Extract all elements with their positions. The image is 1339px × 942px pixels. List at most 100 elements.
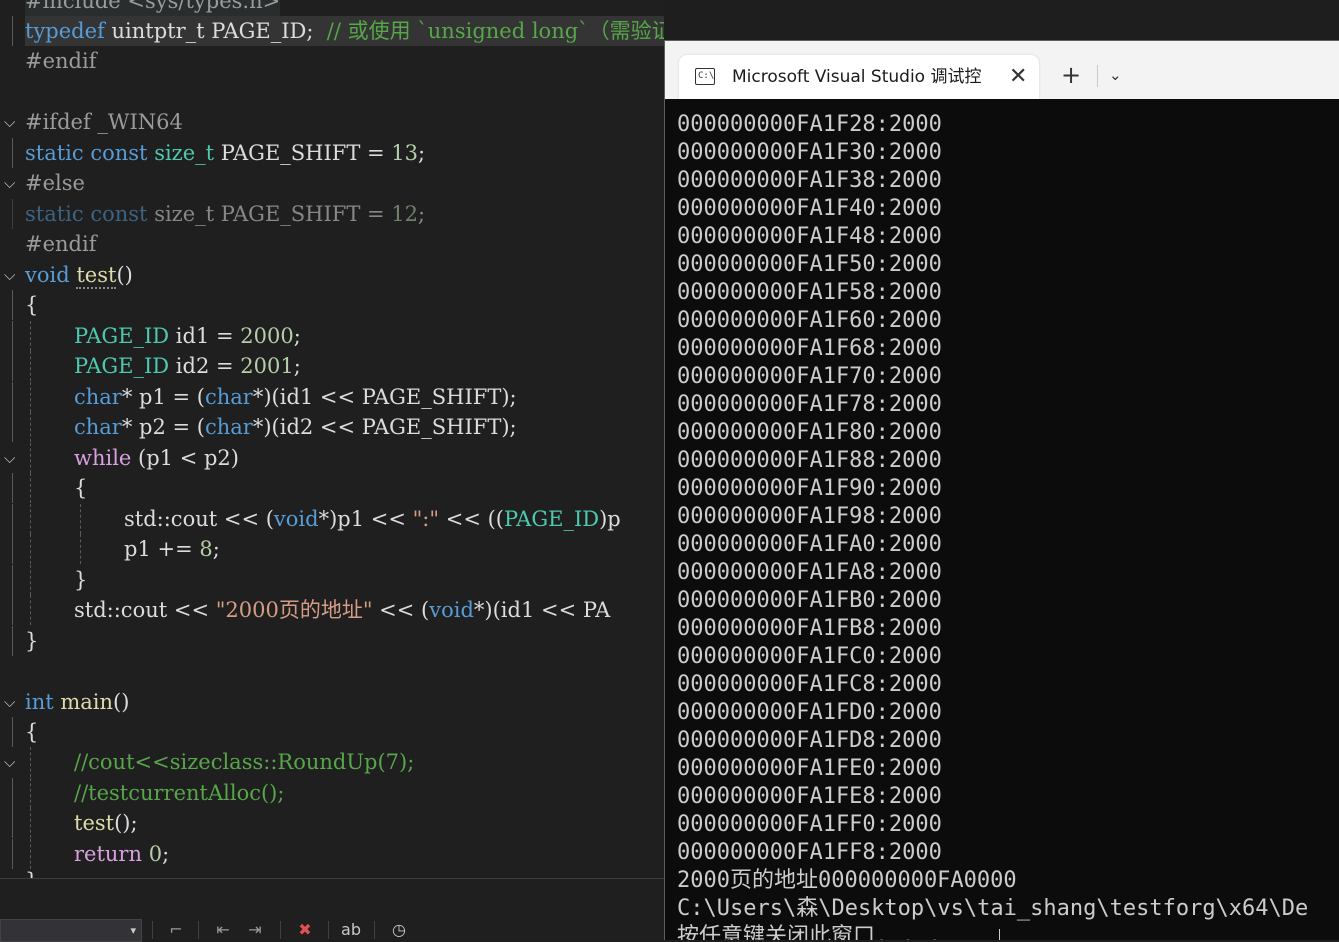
console-output[interactable]: 000000000FA1F28:2000 000000000FA1F30:2000… xyxy=(665,99,1339,940)
rename-icon[interactable]: ab xyxy=(338,919,364,940)
new-tab-button[interactable]: + xyxy=(1061,55,1081,95)
fold-chevron-icon[interactable]: ⌵ xyxy=(4,260,22,290)
keyword-char: char xyxy=(74,415,122,439)
number-2000: 2000 xyxy=(240,324,294,348)
number-12: 12 xyxy=(391,202,419,226)
console-output-line: 000000000FA1FB0:2000 xyxy=(677,588,942,613)
endif-directive: #endif xyxy=(25,49,97,73)
code-line-main-brace-open: { xyxy=(0,717,38,747)
semicolon: ; xyxy=(293,354,301,378)
indent-guide xyxy=(30,473,31,503)
console-output-line: 000000000FA1FF8:2000 xyxy=(677,840,942,865)
indent-left-icon[interactable]: ⇤ xyxy=(210,919,236,940)
console-output-line: 000000000FA1F38:2000 xyxy=(677,168,942,193)
function-test[interactable]: test xyxy=(76,263,117,289)
toolbar-separator xyxy=(374,921,375,939)
history-icon[interactable]: ◷ xyxy=(386,919,412,940)
code-line-cout-loop: std::cout << (void*)p1 << ":" << ((PAGE_… xyxy=(0,504,621,534)
code-line-page-shift-12: static const size_t PAGE_SHIFT = 12; xyxy=(0,199,425,229)
fold-chevron-icon[interactable]: ⌵ xyxy=(4,747,22,777)
indent-guide xyxy=(30,443,31,473)
function-main[interactable]: main xyxy=(54,690,113,714)
fold-chevron-icon[interactable]: ⌵ xyxy=(4,687,22,717)
toolbar-separator xyxy=(328,921,329,939)
id2-decl: id2 = xyxy=(169,354,241,378)
code-line-include: #include <sys/types.h> xyxy=(0,0,664,16)
indent-guide xyxy=(30,565,31,595)
indent-guide xyxy=(12,717,13,747)
keyword-void: void xyxy=(429,598,474,622)
call-parens: (); xyxy=(114,811,138,835)
indent-guide xyxy=(12,504,13,534)
indent-guide xyxy=(12,565,13,595)
indent-guide xyxy=(30,747,31,777)
id1-decl: id1 = xyxy=(169,324,241,348)
cout-stream: std::cout << ( xyxy=(124,507,274,531)
titlebar-separator xyxy=(1097,65,1098,87)
parens: () xyxy=(113,690,130,714)
indent-guide xyxy=(12,778,13,808)
console-output-line: 000000000FA1FD8:2000 xyxy=(677,728,942,753)
close-icon[interactable]: ✕ xyxy=(1009,55,1027,99)
indent-guide xyxy=(12,290,13,320)
toolbar-separator xyxy=(280,921,281,939)
fold-chevron-icon[interactable]: ⌵ xyxy=(4,107,22,137)
indent-guide xyxy=(12,16,13,46)
indent-guide xyxy=(30,351,31,381)
format-icon[interactable]: ⌐ xyxy=(163,919,189,940)
console-output-line: 000000000FA1F58:2000 xyxy=(677,280,942,305)
debug-console-window[interactable]: C:\ Microsoft Visual Studio 调试控制台 ✕ + ⌄ … xyxy=(664,40,1339,940)
while-condition: (p1 < p2) xyxy=(131,446,239,470)
code-line-while-brace-open: { xyxy=(0,473,87,503)
comment-testalloc: //testcurrentAlloc(); xyxy=(74,781,285,805)
console-output-line: 000000000FA1F30:2000 xyxy=(677,140,942,165)
console-output-line: 000000000FA1F78:2000 xyxy=(677,392,942,417)
console-output-line: 000000000FA1F90:2000 xyxy=(677,476,942,501)
indent-right-icon[interactable]: ⇥ xyxy=(242,919,268,940)
cout-cast-tail: *)(id1 << PA xyxy=(473,598,611,622)
indent-guide xyxy=(12,534,13,564)
console-output-line: 000000000FA1F88:2000 xyxy=(677,448,942,473)
console-tab[interactable]: C:\ Microsoft Visual Studio 调试控制台 ✕ xyxy=(679,55,1039,99)
indent-guide xyxy=(12,808,13,838)
console-output-line: 000000000FA1F28:2000 xyxy=(677,112,942,137)
indent-guide xyxy=(12,321,13,351)
brace-open: { xyxy=(25,293,39,317)
indent-guide xyxy=(12,382,13,412)
else-directive: #else xyxy=(25,171,85,195)
keyword-typedef: typedef xyxy=(25,19,105,43)
console-title-bar[interactable]: C:\ Microsoft Visual Studio 调试控制台 ✕ + ⌄ xyxy=(665,41,1339,99)
parens: () xyxy=(116,263,133,287)
type-page-id: PAGE_ID xyxy=(503,507,600,531)
code-line-while-brace-close: } xyxy=(0,565,87,595)
comment-roundup: //cout<<sizeclass::RoundUp(7); xyxy=(74,750,415,774)
console-output-line: 2000页的地址000000000FA0000 xyxy=(677,868,1017,893)
semicolon: ; xyxy=(212,537,220,561)
clear-bookmarks-icon[interactable]: ✖ xyxy=(292,919,318,940)
indent-guide xyxy=(12,626,13,656)
keyword-const: const xyxy=(90,202,148,226)
fold-chevron-icon[interactable]: ⌵ xyxy=(4,443,22,473)
indent-guide xyxy=(30,412,31,442)
call-test[interactable]: test xyxy=(74,811,114,835)
console-output-line: 000000000FA1FB8:2000 xyxy=(677,616,942,641)
indent-guide xyxy=(12,138,13,168)
keyword-char: char xyxy=(204,385,253,409)
fold-chevron-icon[interactable]: ⌵ xyxy=(4,168,22,198)
code-line-id1: PAGE_ID id1 = 2000; xyxy=(0,321,301,351)
indent-guide xyxy=(12,839,13,869)
p1-cast: *)(id1 << PAGE_SHIFT); xyxy=(252,385,517,409)
chevron-down-icon[interactable]: ⌄ xyxy=(1109,55,1122,95)
code-editor[interactable]: #include <sys/types.h> typedef uintptr_t… xyxy=(0,0,664,878)
keyword-int: int xyxy=(25,690,54,714)
p2-decl: * p2 = ( xyxy=(121,415,205,439)
console-output-line: 000000000FA1FC8:2000 xyxy=(677,672,942,697)
console-output-line: 000000000FA1F98:2000 xyxy=(677,504,942,529)
console-output-line: 000000000FA1FE8:2000 xyxy=(677,784,942,809)
brace-close: } xyxy=(74,568,88,592)
typedef-comment: // 或使用 `unsigned long`（需验证平台匹配性） xyxy=(326,19,664,43)
console-output-line: 000000000FA1FA8:2000 xyxy=(677,560,942,585)
string-address-label: "2000页的地址" xyxy=(215,598,373,622)
code-line-partial: } xyxy=(0,866,38,878)
semicolon: ; xyxy=(418,202,426,226)
